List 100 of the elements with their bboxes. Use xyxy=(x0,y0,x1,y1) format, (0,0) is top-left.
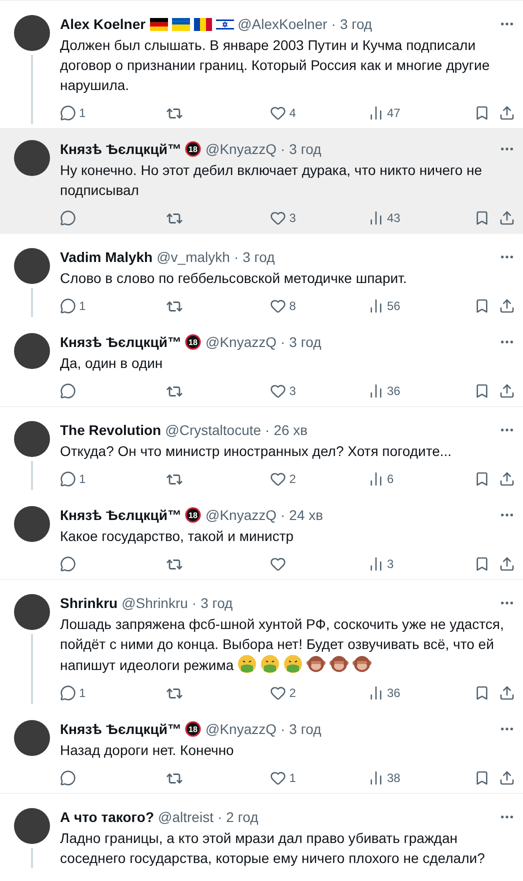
heart-icon xyxy=(270,210,286,226)
share-button[interactable] xyxy=(498,383,515,399)
bookmark-button[interactable] xyxy=(474,105,490,121)
author-name[interactable]: Alex Koelner xyxy=(60,15,146,33)
tweet-text: Какое государство, такой и министр xyxy=(60,527,295,546)
like-button[interactable]: 2 xyxy=(270,685,296,701)
reply-button[interactable]: 1 xyxy=(60,685,86,701)
share-button[interactable] xyxy=(498,298,515,314)
avatar-placeholder[interactable] xyxy=(14,421,50,457)
share-button[interactable] xyxy=(498,105,515,121)
avatar-placeholder[interactable] xyxy=(14,594,50,630)
post-time[interactable]: 2 год xyxy=(226,808,258,826)
author-name[interactable]: Shrinkru xyxy=(60,594,118,612)
age-restriction-icon: 18 xyxy=(185,721,202,737)
flag-icon xyxy=(216,18,234,30)
like-button[interactable]: 2 xyxy=(270,471,296,487)
avatar-placeholder[interactable] xyxy=(14,720,50,756)
bookmark-button[interactable] xyxy=(474,210,490,226)
views-button[interactable]: 36 xyxy=(368,383,400,399)
reply-button[interactable] xyxy=(60,556,76,572)
author-name[interactable]: Князѣ Ѣєлцкцй™ xyxy=(60,140,182,158)
tweet-row[interactable]: Князѣ Ѣєлцкцй™ 18 @KnyazzQ · 3 год Ну конечно. Но этот дебил включает дурака, что никто ничего не подписывал 3 43 xyxy=(0,128,523,233)
avatar-placeholder[interactable] xyxy=(14,140,50,176)
separator-dot: · xyxy=(280,140,286,158)
separator-dot: · xyxy=(280,720,286,738)
author-name[interactable]: Князѣ Ѣєлцкцй™ xyxy=(60,506,182,524)
author-handle[interactable]: @AlexKoelner xyxy=(238,15,328,33)
heart-icon xyxy=(270,556,286,572)
tweet-text: Ну конечно. Но этот дебил включает дурака, что никто ничего не подписывал xyxy=(60,161,484,200)
bookmark-icon xyxy=(474,685,490,701)
reply-button[interactable] xyxy=(60,383,76,399)
post-time[interactable]: 3 год xyxy=(289,720,322,738)
bookmark-button[interactable] xyxy=(474,383,490,399)
avatar-placeholder[interactable] xyxy=(14,333,50,369)
avatar-placeholder[interactable] xyxy=(14,808,50,844)
like-button[interactable] xyxy=(270,556,286,572)
author-name[interactable]: Князѣ Ѣєлцкцй™ xyxy=(60,720,182,738)
reply-button[interactable] xyxy=(60,210,76,226)
share-button[interactable] xyxy=(498,471,515,487)
author-handle[interactable]: @KnyazzQ xyxy=(205,720,276,738)
views-button[interactable]: 6 xyxy=(368,471,394,487)
post-time[interactable]: 26 хв xyxy=(274,421,308,439)
post-time[interactable]: 3 год xyxy=(242,248,275,266)
author-handle[interactable]: @altreist xyxy=(158,808,214,826)
share-button[interactable] xyxy=(498,770,515,786)
reply-icon xyxy=(60,556,76,572)
like-button[interactable]: 8 xyxy=(270,298,296,314)
share-icon xyxy=(498,471,515,487)
views-button[interactable]: 56 xyxy=(368,298,400,314)
like-button[interactable]: 3 xyxy=(270,383,296,399)
views-button[interactable]: 36 xyxy=(368,685,400,701)
post-time[interactable]: 3 год xyxy=(289,333,322,351)
views-button[interactable]: 3 xyxy=(368,556,394,572)
bookmark-button[interactable] xyxy=(474,298,490,314)
author-handle[interactable]: @KnyazzQ xyxy=(205,333,276,351)
views-button[interactable]: 38 xyxy=(368,770,400,786)
bookmark-button[interactable] xyxy=(474,770,490,786)
flag-icon xyxy=(194,18,212,30)
like-button[interactable]: 1 xyxy=(270,770,296,786)
author-handle[interactable]: @KnyazzQ xyxy=(205,506,276,524)
author-name[interactable]: The Revolution xyxy=(60,421,162,439)
bookmark-icon xyxy=(474,383,490,399)
post-time[interactable]: 3 год xyxy=(340,15,372,33)
post-time[interactable]: 3 год xyxy=(200,594,233,612)
separator-dot: · xyxy=(234,248,239,266)
author-handle[interactable]: @Crystaltocute xyxy=(165,421,262,439)
author-name[interactable]: Vadim Malykh xyxy=(60,248,153,266)
bookmark-button[interactable] xyxy=(474,556,490,572)
avatar-placeholder[interactable] xyxy=(14,15,50,51)
author-name[interactable]: А что такого? xyxy=(60,808,154,826)
share-button[interactable] xyxy=(498,556,515,572)
reply-button[interactable]: 1 xyxy=(60,471,86,487)
nauseated-face-icon xyxy=(282,654,303,674)
bookmark-button[interactable] xyxy=(474,685,490,701)
author-name[interactable]: Князѣ Ѣєлцкцй™ xyxy=(60,333,182,351)
views-button[interactable]: 47 xyxy=(368,105,400,121)
avatar-placeholder[interactable] xyxy=(14,506,50,542)
post-time[interactable]: 3 год xyxy=(289,140,322,158)
separator-dot: · xyxy=(280,333,286,351)
like-button[interactable]: 3 xyxy=(270,210,296,226)
like-button[interactable]: 4 xyxy=(270,105,296,121)
author-handle[interactable]: @KnyazzQ xyxy=(205,140,276,158)
post-time[interactable]: 24 хв xyxy=(289,506,324,524)
views-button[interactable]: 43 xyxy=(368,210,400,226)
separator-dot: · xyxy=(192,594,197,612)
reply-button[interactable]: 1 xyxy=(60,298,86,314)
nauseated-face-icon xyxy=(260,654,280,674)
bar-chart-icon xyxy=(368,685,384,701)
share-button[interactable] xyxy=(498,685,515,701)
separator-dot: · xyxy=(331,15,336,33)
bookmark-button[interactable] xyxy=(474,471,490,487)
reply-button[interactable] xyxy=(60,770,76,786)
bookmark-icon xyxy=(474,471,490,487)
author-handle[interactable]: @Shrinkru xyxy=(122,594,188,612)
flag-icon xyxy=(150,18,168,30)
reply-button[interactable]: 1 xyxy=(60,105,86,121)
author-handle[interactable]: @v_malykh xyxy=(156,248,230,266)
share-button[interactable] xyxy=(498,210,515,226)
reply-icon xyxy=(60,210,76,226)
avatar-placeholder[interactable] xyxy=(14,248,50,284)
